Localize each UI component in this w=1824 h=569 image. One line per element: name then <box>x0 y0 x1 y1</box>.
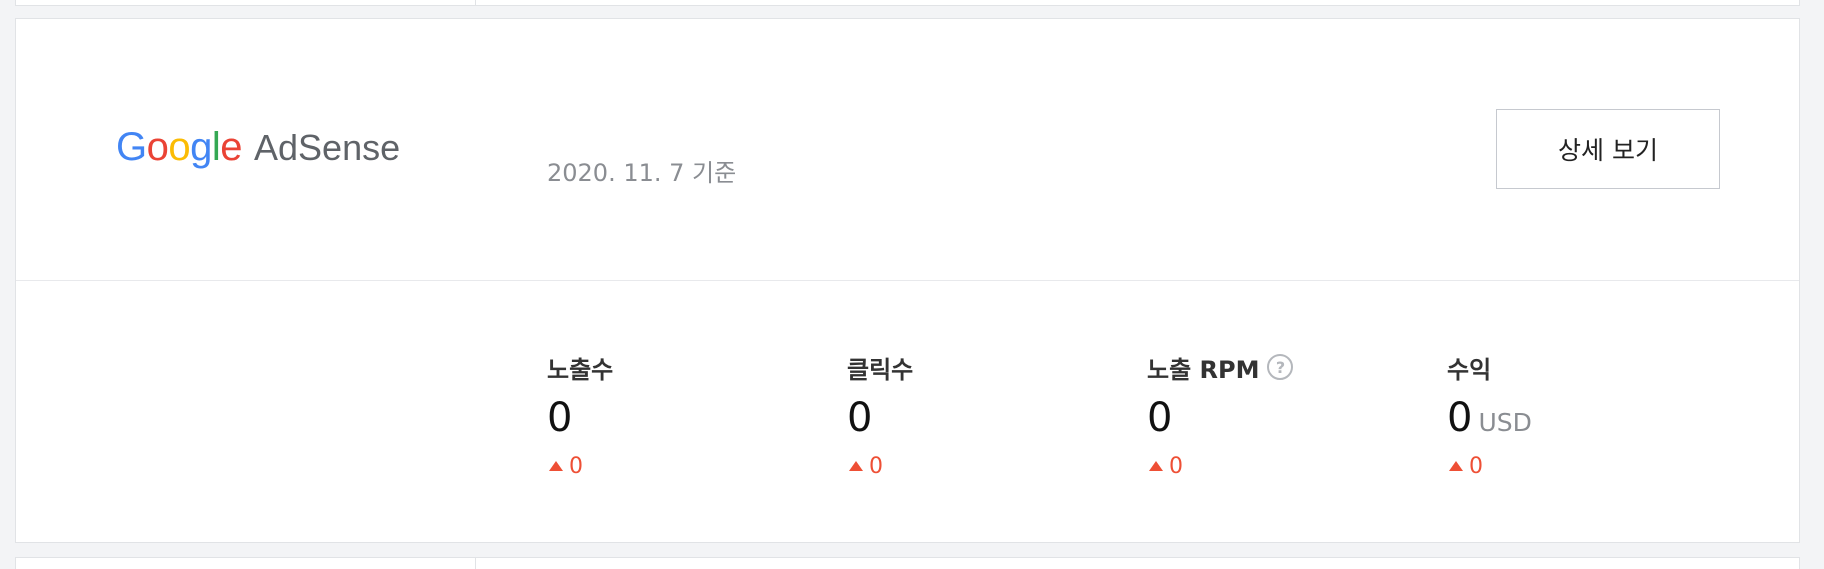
adsense-card: Google AdSense 2020. 11. 7 기준 상세 보기 노출수 … <box>15 18 1800 543</box>
stat-label: 클릭수 <box>847 355 914 384</box>
stat-label: 노출수 <box>547 355 614 384</box>
previous-card-edge <box>15 0 1800 6</box>
stat-value: 0 USD <box>1447 395 1707 441</box>
stat-impressions: 노출수 0 0 <box>547 351 807 479</box>
stat-clicks: 클릭수 0 0 <box>847 351 1107 479</box>
triangle-up-icon <box>1149 461 1163 471</box>
stat-change: 0 <box>1447 453 1707 479</box>
stat-rpm: 노출 RPM ? 0 0 <box>1147 351 1407 479</box>
next-card-edge <box>15 557 1800 569</box>
report-date: 2020. 11. 7 기준 <box>547 159 737 187</box>
column-divider <box>475 0 476 5</box>
stat-label: 노출 RPM ? <box>1147 351 1407 384</box>
stat-number: 0 <box>1147 395 1173 441</box>
stat-unit: USD <box>1478 408 1532 437</box>
stat-number: 0 <box>547 395 573 441</box>
stat-change: 0 <box>847 453 1107 479</box>
triangle-up-icon <box>549 461 563 471</box>
stat-change: 0 <box>1147 453 1407 479</box>
stat-change: 0 <box>547 453 807 479</box>
view-details-button[interactable]: 상세 보기 <box>1496 109 1720 189</box>
adsense-card-header: Google AdSense 2020. 11. 7 기준 상세 보기 <box>16 19 1799 281</box>
stat-value: 0 <box>847 395 1107 441</box>
stat-change-value: 0 <box>1169 453 1183 479</box>
google-adsense-logo: Google AdSense <box>116 125 401 169</box>
stat-number: 0 <box>847 395 873 441</box>
stat-revenue: 수익 0 USD 0 <box>1447 351 1707 479</box>
stat-change-value: 0 <box>1469 453 1483 479</box>
triangle-up-icon <box>1449 461 1463 471</box>
google-wordmark: Google <box>116 125 243 169</box>
adsense-wordmark: AdSense <box>254 127 401 168</box>
stat-change-value: 0 <box>869 453 883 479</box>
question-circle-icon[interactable]: ? <box>1267 354 1294 380</box>
stat-change-value: 0 <box>569 453 583 479</box>
stat-value: 0 <box>1147 395 1407 441</box>
triangle-up-icon <box>849 461 863 471</box>
stat-label: 수익 <box>1447 355 1492 384</box>
stat-number: 0 <box>1447 395 1473 441</box>
stats-row: 노출수 0 0 클릭수 0 0 노출 RPM ? 0 0 수익 0 USD 0 <box>16 281 1799 542</box>
column-divider <box>475 558 476 569</box>
stat-value: 0 <box>547 395 807 441</box>
